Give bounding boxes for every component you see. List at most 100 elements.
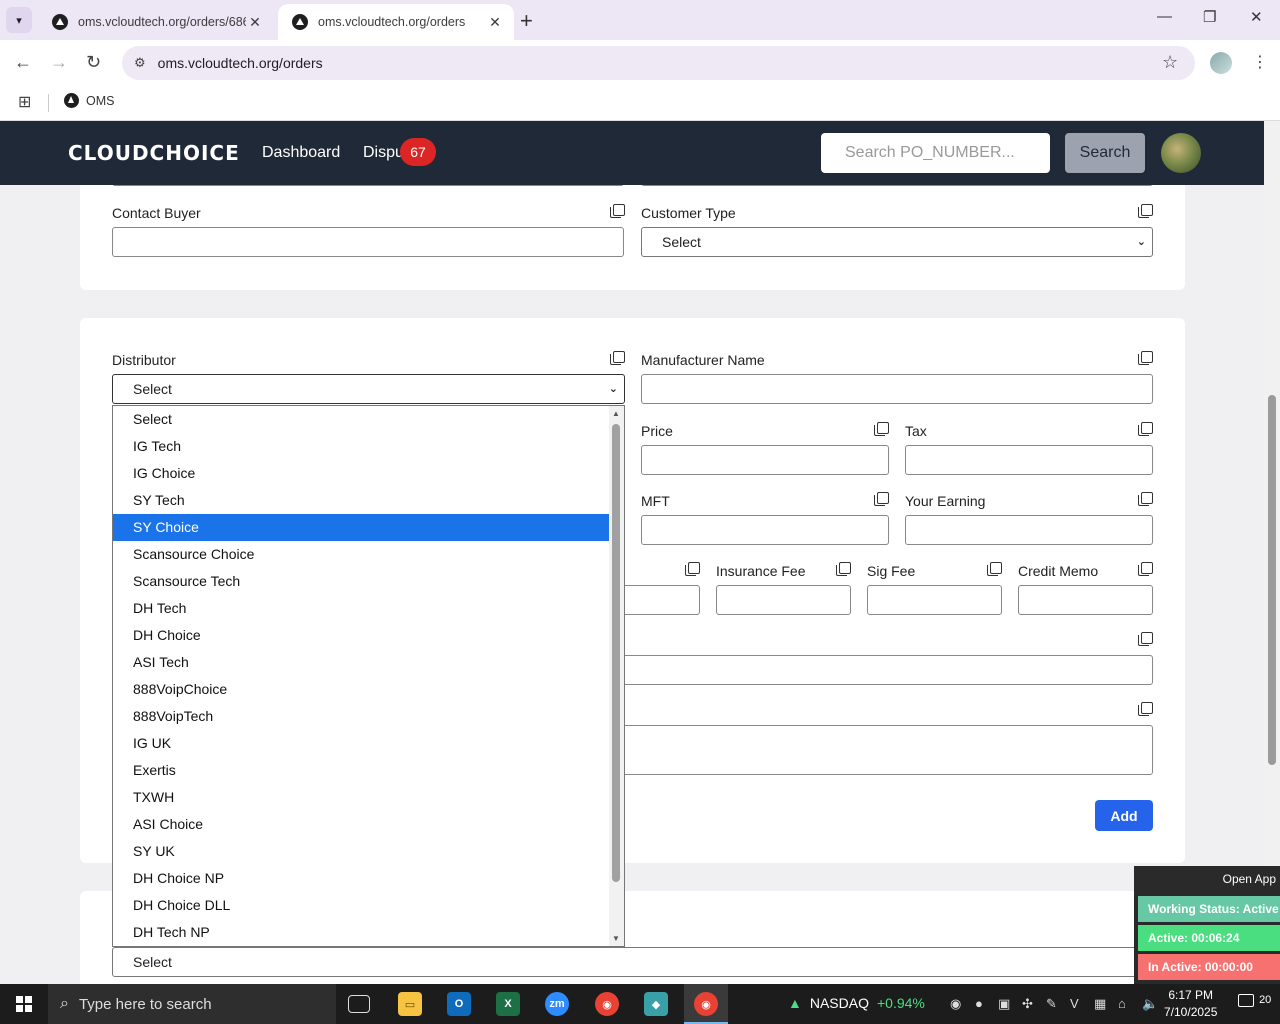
- customer-type-select[interactable]: Select ⌄: [641, 227, 1153, 257]
- notification-center-icon[interactable]: 20: [1238, 994, 1271, 1007]
- zoom-tray-icon[interactable]: ●: [975, 996, 983, 1011]
- scroll-up-icon[interactable]: ▲: [612, 409, 620, 418]
- outlook-tray-icon[interactable]: ▣: [998, 996, 1010, 1012]
- distributor-dropdown-list[interactable]: Select IG Tech IG Choice SY Tech SY Choice Sc…: [112, 405, 625, 947]
- distributor-option[interactable]: Select: [113, 406, 609, 433]
- contact-buyer-input[interactable]: [112, 227, 624, 257]
- new-tab-icon[interactable]: +: [520, 8, 533, 34]
- restore-window-icon[interactable]: ❐: [1203, 8, 1216, 26]
- copy-icon[interactable]: [685, 562, 700, 576]
- back-arrow-icon[interactable]: ←: [14, 52, 32, 73]
- mft-input[interactable]: [641, 515, 889, 545]
- distributor-option[interactable]: SY Choice: [113, 514, 609, 541]
- taskbar-search-box[interactable]: ⌕ Type here to search: [48, 984, 336, 1024]
- cloudchoice-logo[interactable]: CLOUDCHOICE: [68, 141, 240, 165]
- distributor-option[interactable]: DH Choice NP: [113, 865, 609, 892]
- tab-search-chevron-icon[interactable]: ▾: [6, 7, 32, 33]
- wide-field-input[interactable]: [560, 655, 1153, 685]
- scroll-down-icon[interactable]: ▼: [612, 934, 620, 943]
- distributor-option[interactable]: ASI Choice: [113, 811, 609, 838]
- browser-tab-orders[interactable]: oms.vcloudtech.org/orders ✕: [278, 4, 514, 40]
- notes-textarea[interactable]: [560, 725, 1153, 775]
- dropdown-scrollbar[interactable]: ▲ ▼: [609, 406, 624, 946]
- copy-icon[interactable]: [610, 204, 625, 218]
- copy-icon[interactable]: [1138, 492, 1153, 506]
- zoom-icon[interactable]: zm: [545, 992, 569, 1016]
- outlook-icon[interactable]: O: [447, 992, 471, 1016]
- distributor-option[interactable]: DH Tech: [113, 595, 609, 622]
- browser-tab-order-detail[interactable]: oms.vcloudtech.org/orders/686 ✕: [38, 4, 274, 40]
- apps-grid-icon[interactable]: ⊞: [18, 92, 31, 112]
- windows-start-icon[interactable]: [16, 996, 32, 1012]
- reload-icon[interactable]: ↻: [86, 52, 101, 73]
- minimize-window-icon[interactable]: —: [1157, 8, 1172, 25]
- copy-icon[interactable]: [874, 422, 889, 436]
- stock-ticker-widget[interactable]: ▲ NASDAQ +0.94%: [788, 995, 925, 1011]
- price-input[interactable]: [641, 445, 889, 475]
- nav-disputes[interactable]: Dispu: [363, 144, 404, 162]
- chrome-profile-icon[interactable]: ◉: [694, 992, 718, 1016]
- search-button[interactable]: Search: [1065, 133, 1145, 173]
- previous-field-input[interactable]: [641, 185, 1153, 186]
- copy-icon[interactable]: [1138, 632, 1153, 646]
- forward-arrow-icon[interactable]: →: [50, 52, 68, 73]
- credit-memo-input[interactable]: [1018, 585, 1153, 615]
- page-scroll-thumb[interactable]: [1268, 395, 1276, 765]
- close-window-icon[interactable]: ✕: [1250, 8, 1263, 26]
- distributor-option[interactable]: TXWH: [113, 784, 609, 811]
- distributor-option[interactable]: Scansource Tech: [113, 568, 609, 595]
- distributor-option[interactable]: 888VoipChoice: [113, 676, 609, 703]
- close-tab-icon[interactable]: ✕: [246, 14, 264, 31]
- po-number-search-input[interactable]: [821, 133, 1050, 173]
- copy-icon[interactable]: [836, 562, 851, 576]
- bookmark-star-icon[interactable]: ☆: [1162, 52, 1178, 73]
- file-explorer-icon[interactable]: ▭: [398, 992, 422, 1016]
- site-info-icon[interactable]: ⚙: [134, 55, 146, 71]
- copy-icon[interactable]: [1138, 351, 1153, 365]
- copy-icon[interactable]: [987, 562, 1002, 576]
- copy-icon[interactable]: [1138, 702, 1153, 716]
- distributor-option[interactable]: DH Choice DLL: [113, 892, 609, 919]
- distributor-option[interactable]: DH Choice: [113, 622, 609, 649]
- tax-input[interactable]: [905, 445, 1153, 475]
- copy-icon[interactable]: [1138, 562, 1153, 576]
- distributor-option[interactable]: ASI Tech: [113, 649, 609, 676]
- distributor-select[interactable]: Select ⌄: [112, 374, 625, 404]
- task-view-icon[interactable]: [348, 995, 370, 1013]
- copy-icon[interactable]: [1138, 422, 1153, 436]
- distributor-option[interactable]: IG Tech: [113, 433, 609, 460]
- nav-dashboard[interactable]: Dashboard: [262, 144, 340, 162]
- distributor-option[interactable]: SY Tech: [113, 487, 609, 514]
- insurance-fee-input[interactable]: [716, 585, 851, 615]
- pen-tray-icon[interactable]: ✎: [1046, 996, 1057, 1012]
- close-tab-icon[interactable]: ✕: [486, 14, 504, 31]
- network-tray-icon[interactable]: ✣: [1022, 996, 1033, 1012]
- previous-field-input[interactable]: [112, 185, 624, 186]
- chrome-tray-icon[interactable]: ◉: [950, 996, 961, 1012]
- wifi-tray-icon[interactable]: ⌂: [1118, 996, 1126, 1011]
- address-bar[interactable]: ⚙ oms.vcloudtech.org/orders: [122, 46, 1195, 80]
- manufacturer-name-input[interactable]: [641, 374, 1153, 404]
- page-scrollbar[interactable]: [1264, 121, 1280, 984]
- distributor-option[interactable]: Exertis: [113, 757, 609, 784]
- taskbar-clock[interactable]: 6:17 PM 7/10/2025: [1164, 987, 1217, 1021]
- dropdown-scroll-thumb[interactable]: [612, 424, 620, 882]
- grid-tray-icon[interactable]: ▦: [1094, 996, 1106, 1012]
- excel-icon[interactable]: X: [496, 992, 520, 1016]
- copy-icon[interactable]: [1138, 204, 1153, 218]
- copy-icon[interactable]: [610, 351, 625, 365]
- volume-icon[interactable]: 🔈: [1142, 996, 1158, 1012]
- distributor-option[interactable]: DH Tech NP: [113, 919, 609, 946]
- vpn-tray-icon[interactable]: V: [1070, 996, 1079, 1011]
- app-icon[interactable]: ◆: [644, 992, 668, 1016]
- distributor-option[interactable]: 888VoipTech: [113, 703, 609, 730]
- user-avatar[interactable]: [1161, 133, 1201, 173]
- distributor-option[interactable]: Scansource Choice: [113, 541, 609, 568]
- bottom-select[interactable]: Select: [112, 947, 1153, 977]
- distributor-option[interactable]: SY UK: [113, 838, 609, 865]
- open-app-link[interactable]: Open App: [1223, 872, 1276, 886]
- distributor-option[interactable]: IG UK: [113, 730, 609, 757]
- sig-fee-input[interactable]: [867, 585, 1002, 615]
- distributor-option[interactable]: IG Choice: [113, 460, 609, 487]
- bookmark-oms[interactable]: OMS: [64, 93, 114, 108]
